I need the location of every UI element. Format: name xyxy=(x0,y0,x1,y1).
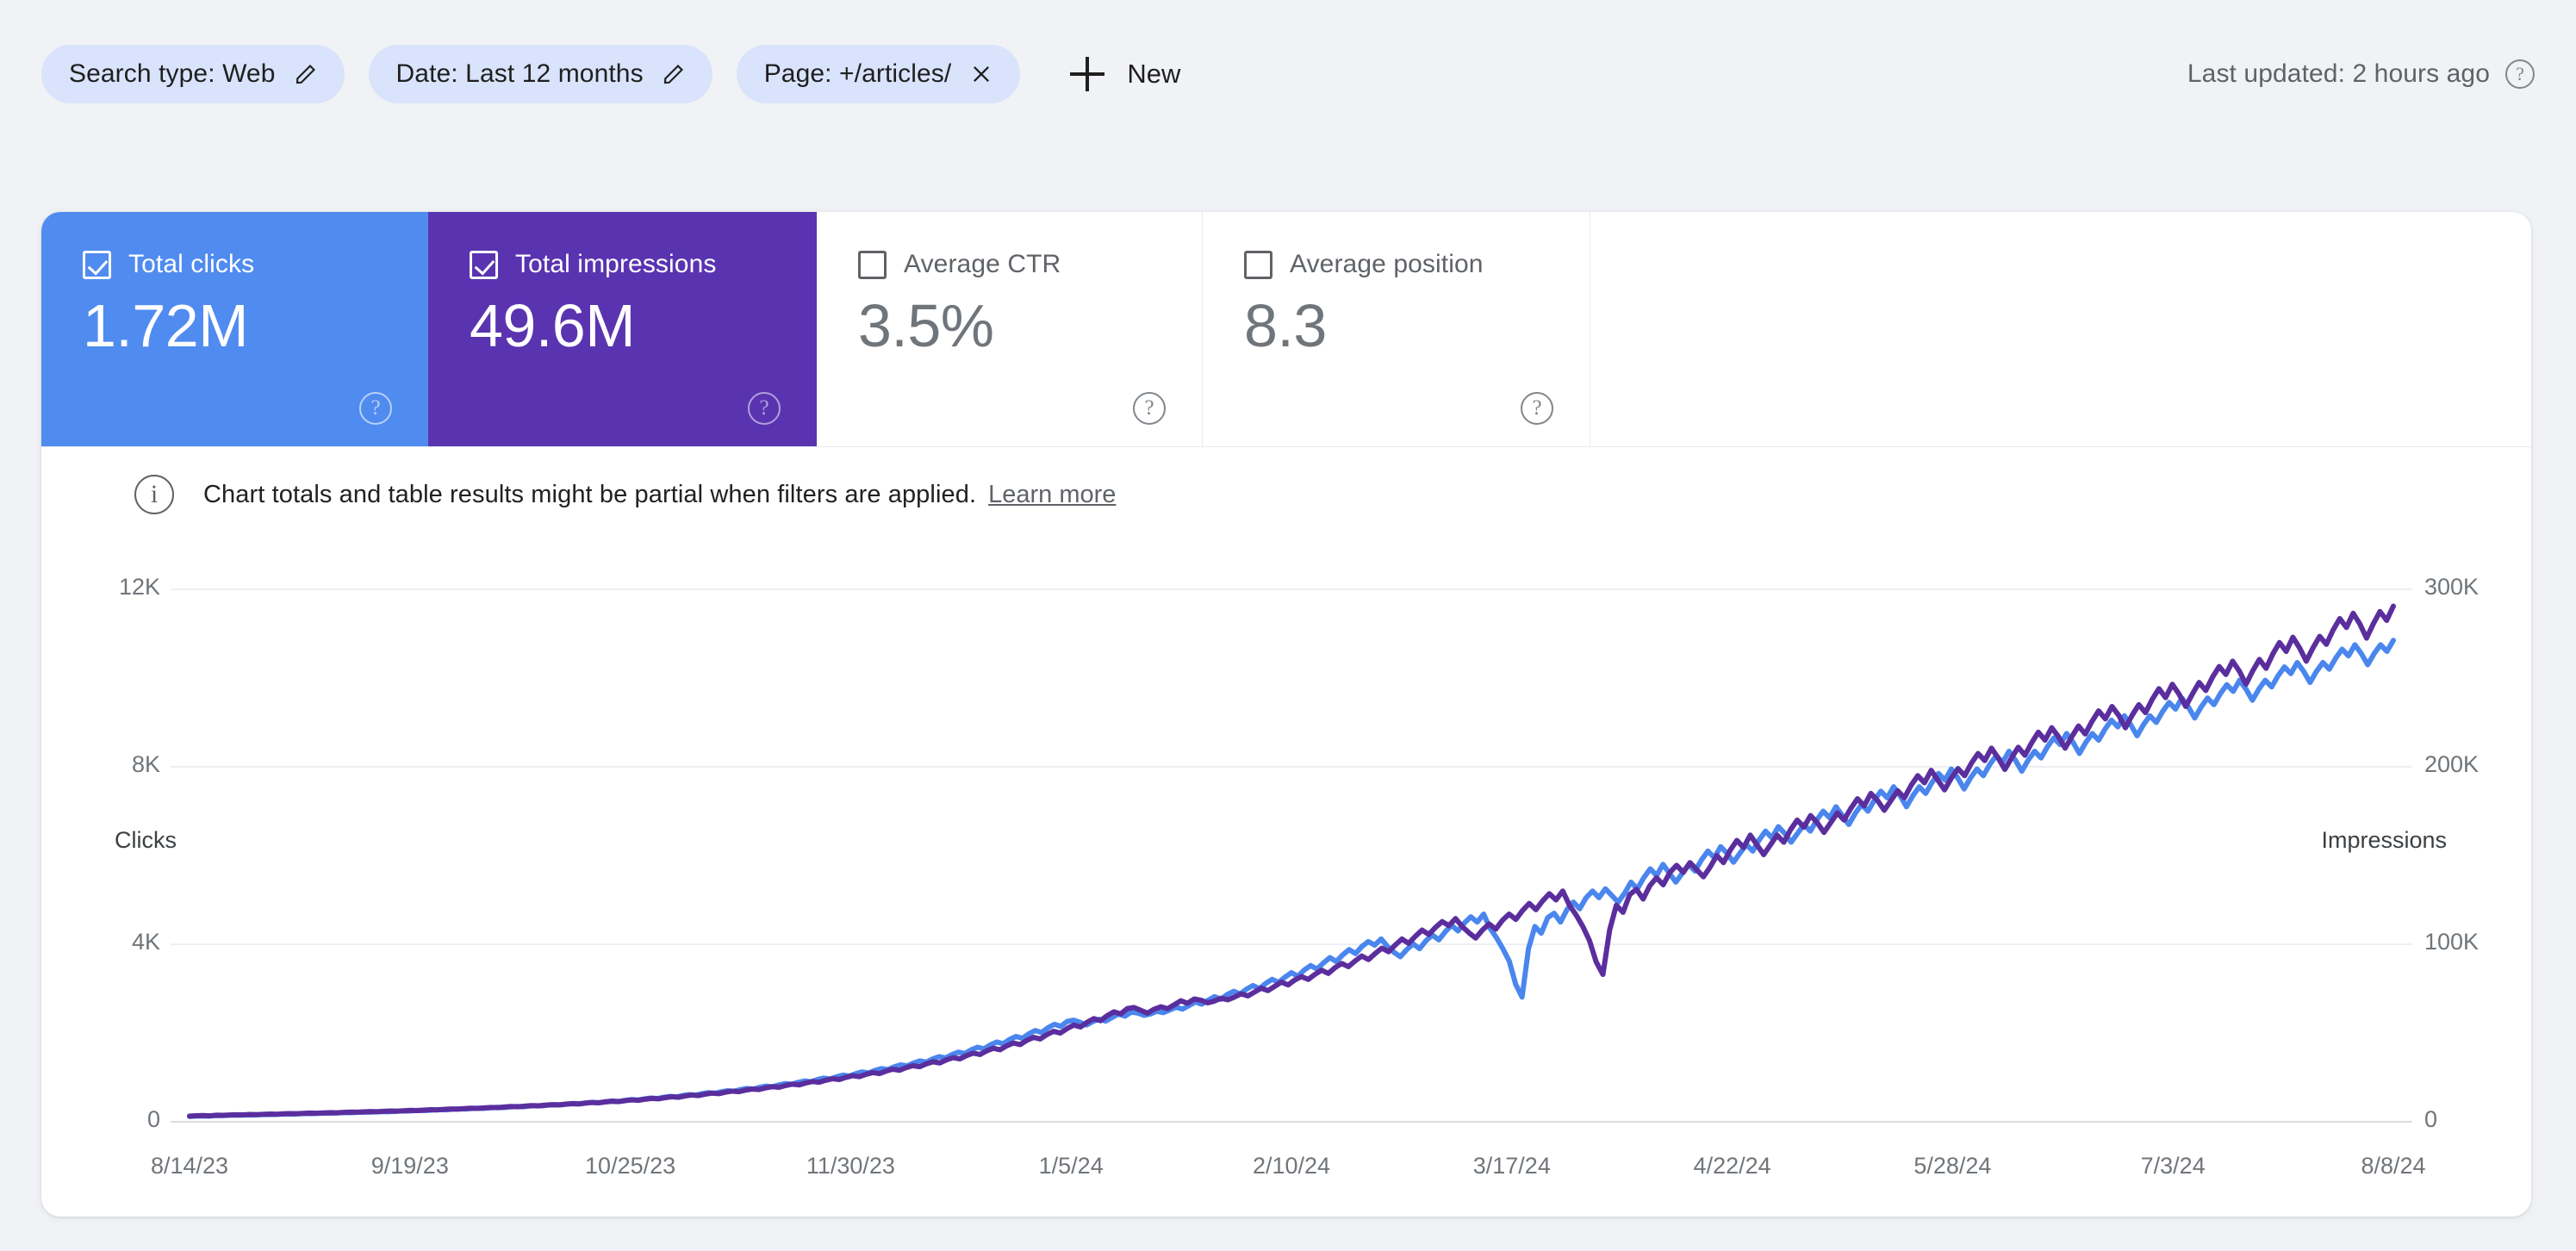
x-axis-tick-label: 9/19/23 xyxy=(370,1153,449,1179)
metric-tile-total-impressions[interactable]: Total impressions 49.6M ? xyxy=(428,212,817,447)
metric-checkbox[interactable] xyxy=(470,250,498,279)
chart-line-clicks xyxy=(187,638,2396,1119)
x-axis-tick-label: 1/5/24 xyxy=(1038,1153,1104,1179)
help-icon[interactable]: ? xyxy=(1133,392,1166,425)
learn-more-link[interactable]: Learn more xyxy=(988,481,1116,509)
x-axis-tick-label: 11/30/23 xyxy=(806,1153,895,1179)
filter-chip-label: Date: Last 12 months xyxy=(395,59,644,88)
performance-chart: Clicks Impressions 0 0 4K 100K 8K 200K 12K 300K… xyxy=(41,548,2531,1217)
edit-icon[interactable] xyxy=(659,59,688,89)
y2-axis-tick-label: 200K xyxy=(2424,751,2480,777)
y-axis-tick-label: 4K xyxy=(131,929,160,955)
y2-axis-tick-label: 0 xyxy=(2424,1106,2438,1132)
metric-header: Average position xyxy=(1244,250,1590,279)
metric-label: Average position xyxy=(1290,250,1484,278)
edit-icon[interactable] xyxy=(291,59,320,89)
metric-header: Total impressions xyxy=(470,250,817,279)
chart-line-impressions xyxy=(187,603,2396,1119)
metric-tile-average-position[interactable]: Average position 8.3 ? xyxy=(1203,212,1590,447)
x-axis-tick-label: 7/3/24 xyxy=(2140,1153,2206,1179)
metric-tiles: Total clicks 1.72M ? Total impressions 4… xyxy=(41,212,1590,447)
banner-text: Chart totals and table results might be … xyxy=(203,480,977,508)
metric-checkbox[interactable] xyxy=(83,250,111,279)
last-updated: Last updated: 2 hours ago ? xyxy=(2187,59,2535,89)
help-icon[interactable]: ? xyxy=(1521,392,1553,425)
metric-value: 1.72M xyxy=(83,292,249,359)
chart-canvas[interactable] xyxy=(41,548,2531,1217)
metric-header: Average CTR xyxy=(858,250,1202,279)
y2-axis-tick-label: 300K xyxy=(2424,574,2480,600)
filter-chip-label: Page: +/articles/ xyxy=(763,59,952,88)
x-axis-tick-label: 4/22/24 xyxy=(1693,1153,1771,1179)
filter-chip-page[interactable]: Page: +/articles/ xyxy=(736,45,1021,103)
metric-tile-total-clicks[interactable]: Total clicks 1.72M ? xyxy=(41,212,428,447)
info-icon: i xyxy=(134,475,174,514)
y-axis-tick-label: 12K xyxy=(118,574,160,600)
y-axis-tick-label: 0 xyxy=(146,1106,160,1132)
metric-value: 8.3 xyxy=(1244,292,1327,359)
help-icon[interactable]: ? xyxy=(359,392,392,425)
help-icon[interactable]: ? xyxy=(2505,59,2535,89)
metric-checkbox[interactable] xyxy=(1244,250,1272,279)
metric-label: Average CTR xyxy=(904,250,1061,278)
performance-card: Total clicks 1.72M ? Total impressions 4… xyxy=(41,212,2531,1217)
x-axis-tick-label: 10/25/23 xyxy=(585,1153,676,1179)
metric-label: Total impressions xyxy=(515,250,717,278)
new-filter-button[interactable]: New xyxy=(1051,45,1199,103)
metric-checkbox[interactable] xyxy=(858,250,887,279)
x-axis-tick-label: 2/10/24 xyxy=(1252,1153,1331,1179)
metric-value: 49.6M xyxy=(470,292,636,359)
x-axis-tick-label: 3/17/24 xyxy=(1472,1153,1551,1179)
y2-axis-tick-label: 100K xyxy=(2424,929,2480,955)
filter-chip-date[interactable]: Date: Last 12 months xyxy=(368,45,712,103)
x-axis-tick-label: 8/8/24 xyxy=(2361,1153,2426,1179)
partial-data-banner: i Chart totals and table results might b… xyxy=(41,447,2531,542)
metric-value: 3.5% xyxy=(858,292,994,359)
x-axis-tick-label: 5/28/24 xyxy=(1913,1153,1992,1179)
close-icon[interactable] xyxy=(967,59,996,89)
last-updated-text: Last updated: 2 hours ago xyxy=(2187,59,2490,88)
metric-tile-average-ctr[interactable]: Average CTR 3.5% ? xyxy=(817,212,1203,447)
metric-header: Total clicks xyxy=(83,250,428,279)
x-axis-tick-label: 8/14/23 xyxy=(150,1153,229,1179)
help-icon[interactable]: ? xyxy=(748,392,781,425)
new-filter-label: New xyxy=(1127,59,1181,89)
y-axis-tick-label: 8K xyxy=(131,751,160,777)
metric-label: Total clicks xyxy=(128,250,255,278)
filter-bar: Search type: Web Date: Last 12 months Pa… xyxy=(0,0,2576,148)
filter-chip-label: Search type: Web xyxy=(69,59,276,88)
plus-icon xyxy=(1070,57,1105,91)
filter-chip-search-type[interactable]: Search type: Web xyxy=(41,45,345,103)
